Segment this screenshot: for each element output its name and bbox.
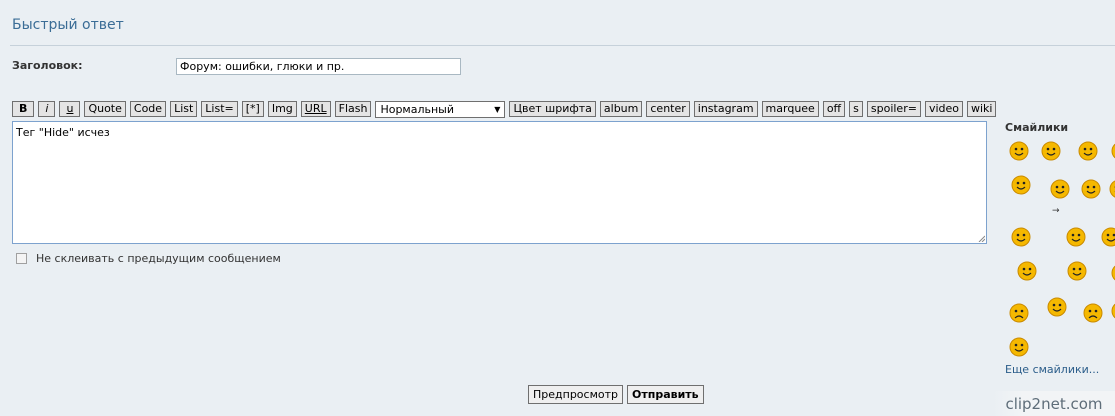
smile-icon[interactable] <box>1008 140 1030 165</box>
toolbar-button-quote[interactable]: Quote <box>84 101 126 117</box>
clap-icon[interactable] <box>1066 260 1088 285</box>
shy-icon[interactable] <box>1049 178 1071 203</box>
message-text: Тег "Hide" исчез <box>16 126 110 139</box>
more-smilies-link[interactable]: Еще смайлики... <box>1005 363 1099 376</box>
watermark-logo: clip2net.com <box>993 391 1115 416</box>
sad-icon[interactable] <box>1008 302 1030 327</box>
subject-input[interactable]: Форум: ошибки, глюки и пр. <box>176 58 461 75</box>
shocked-icon[interactable] <box>1100 226 1115 251</box>
toolbar-button-[interactable]: [*] <box>241 101 264 117</box>
dizzy-icon[interactable] <box>1010 174 1032 199</box>
grin-icon[interactable] <box>1077 140 1099 165</box>
weed-icon[interactable] <box>1010 226 1032 251</box>
toolbar-button-flash[interactable]: Flash <box>334 101 372 117</box>
happy-icon[interactable] <box>1110 300 1115 325</box>
formatting-toolbar: Bi u Quote Code List List= [*] Img URL Flash Норм… <box>12 100 1000 118</box>
toolbar-button-album[interactable]: album <box>599 101 643 117</box>
smilies-title: Смайлики <box>1005 121 1069 134</box>
merge-option[interactable]: Не склеивать с предыдущим сообщением <box>16 252 281 265</box>
divider <box>10 45 1115 46</box>
toolbar-button-code[interactable]: Code <box>129 101 167 117</box>
toolbar-button-url[interactable]: URL <box>300 101 331 117</box>
merge-checkbox[interactable] <box>16 253 27 264</box>
resize-handle-icon[interactable] <box>977 234 985 242</box>
toolbar-button-u[interactable]: u <box>59 101 81 117</box>
toolbar-button-off[interactable]: off <box>822 101 846 117</box>
toolbar-button-b[interactable]: B <box>12 101 35 117</box>
submit-button[interactable]: Отправить <box>627 385 704 404</box>
toolbar-button-video[interactable]: video <box>924 101 963 117</box>
toolbar-button-цвет-шрифта[interactable]: Цвет шрифта <box>509 101 596 117</box>
toolbar-button-center[interactable]: center <box>646 101 690 117</box>
cop-icon[interactable] <box>1016 260 1038 285</box>
subject-label: Заголовок: <box>12 59 83 72</box>
cry-icon[interactable] <box>1082 302 1104 327</box>
happy-icon[interactable] <box>1108 178 1115 203</box>
toolbar-button-i[interactable]: i <box>38 101 56 117</box>
wink-icon[interactable] <box>1040 140 1062 165</box>
toolbar-button-list[interactable]: List= <box>201 101 238 117</box>
toolbar-button-marquee[interactable]: marquee <box>761 101 819 117</box>
gun-icon[interactable] <box>1065 226 1087 251</box>
toolbar-button-instagram[interactable]: instagram <box>693 101 758 117</box>
angel-icon[interactable] <box>1080 178 1102 203</box>
preview-button[interactable]: Предпросмотр <box>528 385 623 404</box>
happy-icon[interactable] <box>1110 140 1115 165</box>
toolbar-button-spoiler[interactable]: spoiler= <box>866 101 921 117</box>
quick-reply-panel: Быстрый ответ Заголовок: Форум: ошибки, … <box>0 0 1115 416</box>
toolbar-button-s[interactable]: s <box>849 101 863 117</box>
facepalm-icon[interactable] <box>1046 296 1068 321</box>
merge-label: Не склеивать с предыдущим сообщением <box>36 252 281 265</box>
toolbar-button-list[interactable]: List <box>170 101 198 117</box>
arrow-icon: → <box>1052 206 1060 216</box>
toolbar-button-img[interactable]: Img <box>267 101 297 117</box>
teeth-icon[interactable] <box>1008 336 1030 361</box>
font-size-select[interactable]: Нормальный ▼ <box>375 100 506 118</box>
font-size-value: Нормальный <box>380 102 455 116</box>
toolbar-button-wiki[interactable]: wiki <box>966 101 997 117</box>
message-textarea[interactable]: Тег "Hide" исчез <box>12 121 987 244</box>
chevron-down-icon: ▼ <box>494 104 501 114</box>
happy-icon[interactable] <box>1110 262 1115 287</box>
panel-title: Быстрый ответ <box>12 17 124 33</box>
